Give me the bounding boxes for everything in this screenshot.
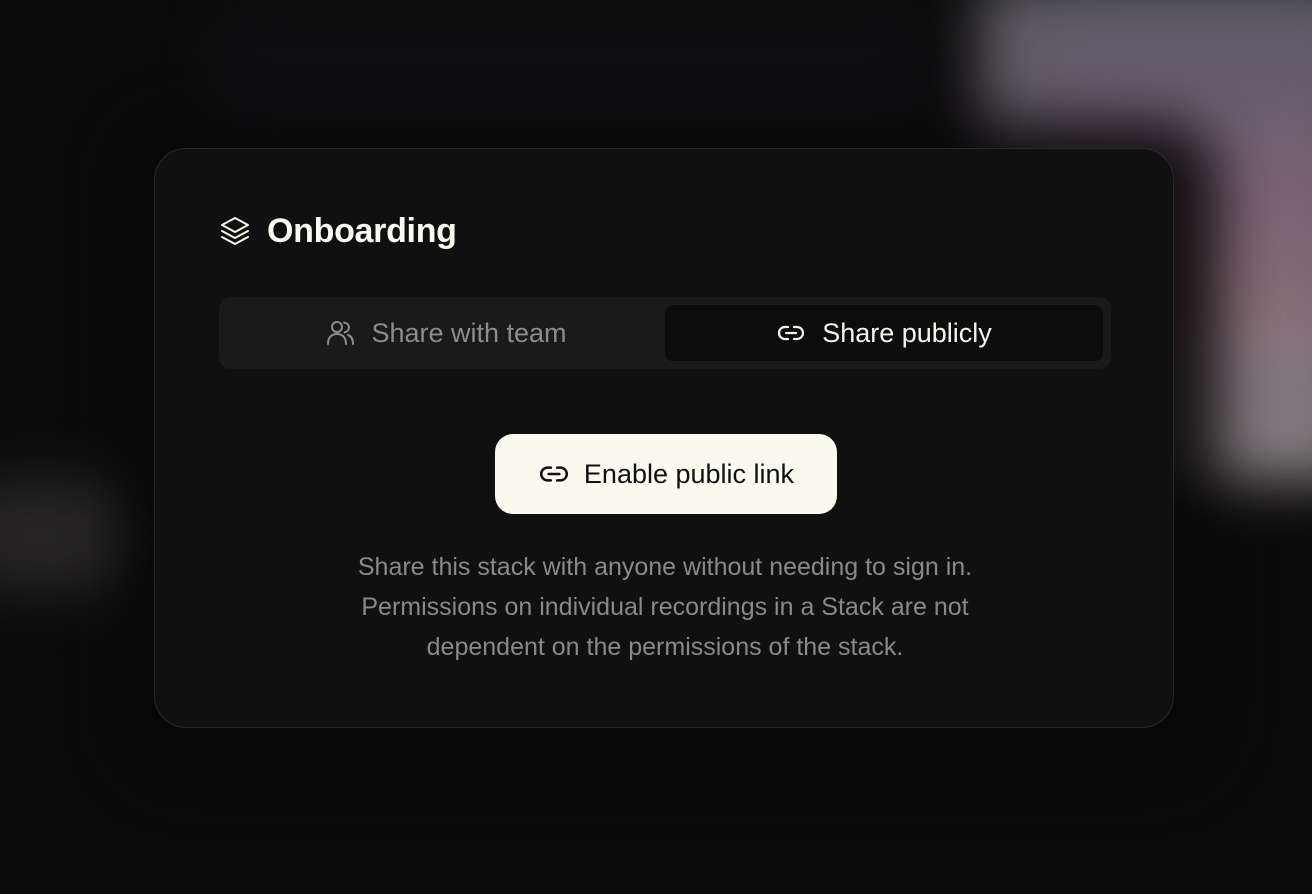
description-line: Share this stack with anyone without nee… bbox=[357, 553, 973, 581]
enable-button-label: Enable public link bbox=[583, 458, 795, 489]
description-line: dependent on the permissions of the stac… bbox=[426, 633, 904, 661]
link-icon bbox=[538, 458, 570, 490]
link-icon bbox=[776, 318, 806, 348]
dialog-title: Onboarding bbox=[267, 211, 457, 250]
enable-public-link-button[interactable]: Enable public link bbox=[495, 434, 837, 514]
users-icon bbox=[325, 318, 355, 348]
tab-label: Share publicly bbox=[822, 317, 992, 348]
dialog-header: Onboarding bbox=[219, 211, 457, 251]
share-dialog: Onboarding Share with team Share publicl… bbox=[154, 148, 1174, 728]
tab-share-publicly[interactable]: Share publicly bbox=[665, 305, 1103, 361]
share-mode-tabs: Share with team Share publicly bbox=[219, 297, 1111, 369]
description-line: Permissions on individual recordings in … bbox=[361, 593, 969, 621]
stack-icon bbox=[219, 215, 251, 247]
tab-label: Share with team bbox=[371, 317, 567, 348]
share-description: Share this stack with anyone without nee… bbox=[255, 547, 1075, 667]
tab-share-with-team[interactable]: Share with team bbox=[227, 305, 665, 361]
